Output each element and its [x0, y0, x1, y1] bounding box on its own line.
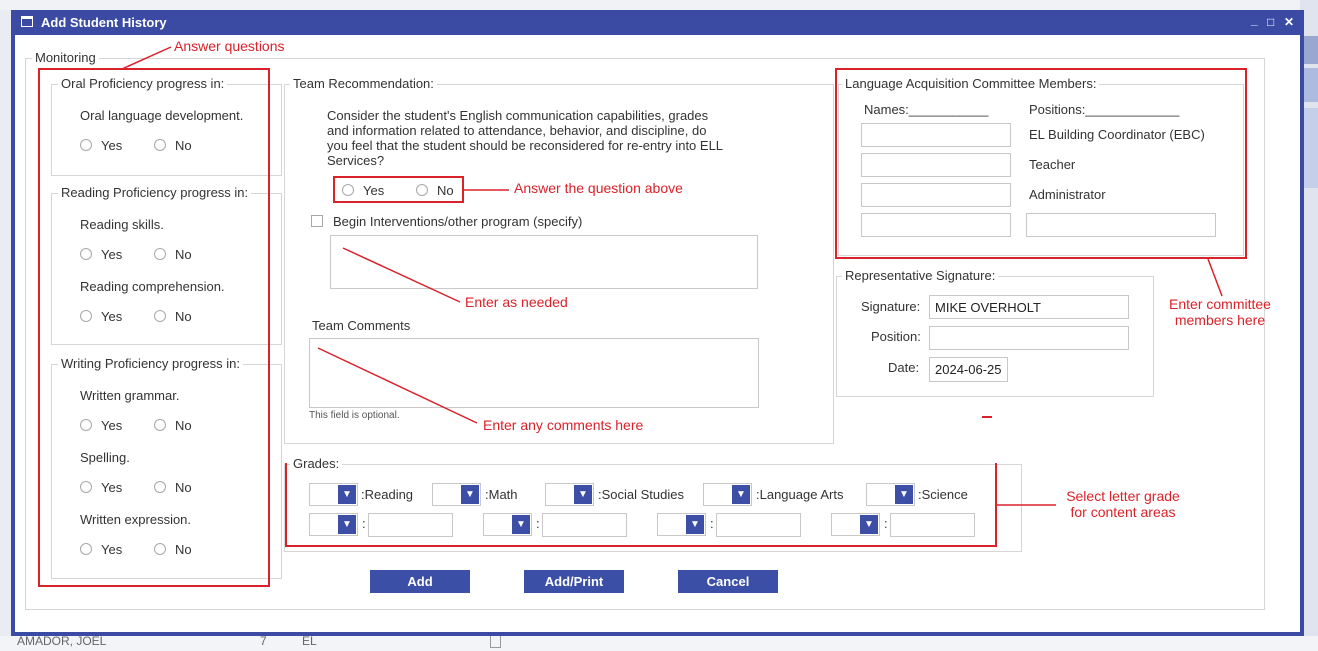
annotation-answer-above: Answer the question above	[514, 180, 683, 196]
annotation-line: Select letter grade	[1066, 488, 1180, 504]
annotation-enter-comments: Enter any comments here	[483, 417, 644, 433]
annotation-enter-committee: Enter committee members here	[1160, 296, 1280, 328]
annotation-answer-questions: Answer questions	[174, 38, 285, 54]
annotation-arrows	[121, 46, 1223, 506]
annotation-select-grade: Select letter grade for content areas	[1057, 488, 1189, 520]
annotation-line: Enter committee	[1169, 296, 1271, 312]
annotation-line: for content areas	[1070, 504, 1176, 520]
annotation-line: members here	[1174, 312, 1266, 328]
annotation-enter-needed: Enter as needed	[465, 294, 568, 310]
